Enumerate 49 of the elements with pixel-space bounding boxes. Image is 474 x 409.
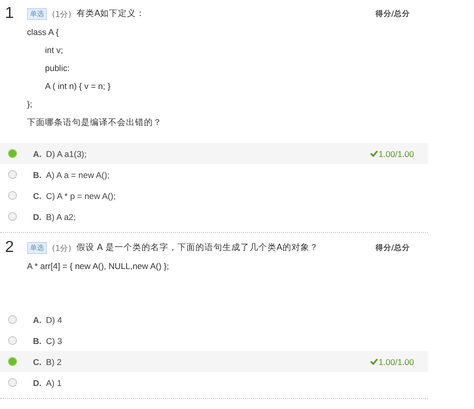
- question-line: public:: [44, 62, 71, 75]
- radio-button[interactable]: [8, 336, 17, 345]
- option-letter: B.: [33, 170, 42, 180]
- radio-button[interactable]: [8, 357, 17, 366]
- option-text: A) 1: [46, 378, 62, 388]
- question-points: (1分): [52, 242, 72, 254]
- option-score: 1.00/1.00: [378, 356, 414, 366]
- question-number: 2: [4, 239, 15, 257]
- radio-button[interactable]: [8, 315, 17, 324]
- option-text: C) 3: [46, 336, 62, 346]
- answer-option[interactable]: D. A) 1: [0, 372, 428, 393]
- answer-option[interactable]: A. D) A a1(3); 1.00/1.00: [0, 143, 428, 164]
- option-letter: D.: [33, 212, 42, 222]
- answer-option[interactable]: D. B) A a2;: [0, 206, 428, 227]
- option-letter: D.: [33, 378, 42, 388]
- option-text: C) A * p = new A();: [46, 190, 116, 200]
- option-text: A) A a = new A();: [46, 170, 110, 180]
- question-line: A ( int n) { v = n; }: [44, 80, 112, 93]
- option-text: D) 4: [46, 314, 62, 324]
- question-text: 假设 A 是一个类的名字，下面的语句生成了几个类A的对象？: [76, 242, 318, 254]
- option-text: D) A a1(3);: [46, 148, 87, 158]
- question-line: 下面哪条语句是编译不会出错的？: [27, 116, 163, 129]
- radio-button[interactable]: [8, 191, 17, 200]
- option-letter: B.: [33, 336, 42, 346]
- question-line: int v;: [44, 44, 64, 57]
- radio-button[interactable]: [8, 212, 17, 221]
- radio-button[interactable]: [8, 170, 17, 179]
- question-line: A * arr[4] = { new A(), NULL,new A() };: [27, 260, 170, 273]
- radio-button[interactable]: [8, 378, 17, 387]
- option-letter: A.: [33, 148, 42, 158]
- answer-option[interactable]: B. A) A a = new A();: [0, 164, 428, 185]
- option-score: 1.00/1.00: [378, 148, 414, 158]
- question-points: (1分): [52, 8, 72, 20]
- option-text: B) A a2;: [46, 212, 76, 222]
- answer-option[interactable]: C. C) A * p = new A();: [0, 185, 428, 206]
- question-text: 有类A如下定义：: [76, 8, 146, 20]
- answer-option[interactable]: C. B) 2 1.00/1.00: [0, 351, 428, 372]
- answer-option[interactable]: A. D) 4: [0, 309, 428, 330]
- option-text: B) 2: [46, 356, 62, 366]
- check-icon: [370, 358, 378, 365]
- question-line: class A {: [27, 26, 60, 39]
- question-number: 1: [4, 5, 15, 23]
- option-letter: C.: [33, 356, 42, 366]
- option-letter: C.: [33, 190, 42, 200]
- question-line: };: [27, 98, 34, 111]
- option-letter: A.: [33, 314, 42, 324]
- answer-option[interactable]: B. C) 3: [0, 330, 428, 351]
- check-icon: [370, 150, 378, 157]
- radio-button[interactable]: [8, 149, 17, 158]
